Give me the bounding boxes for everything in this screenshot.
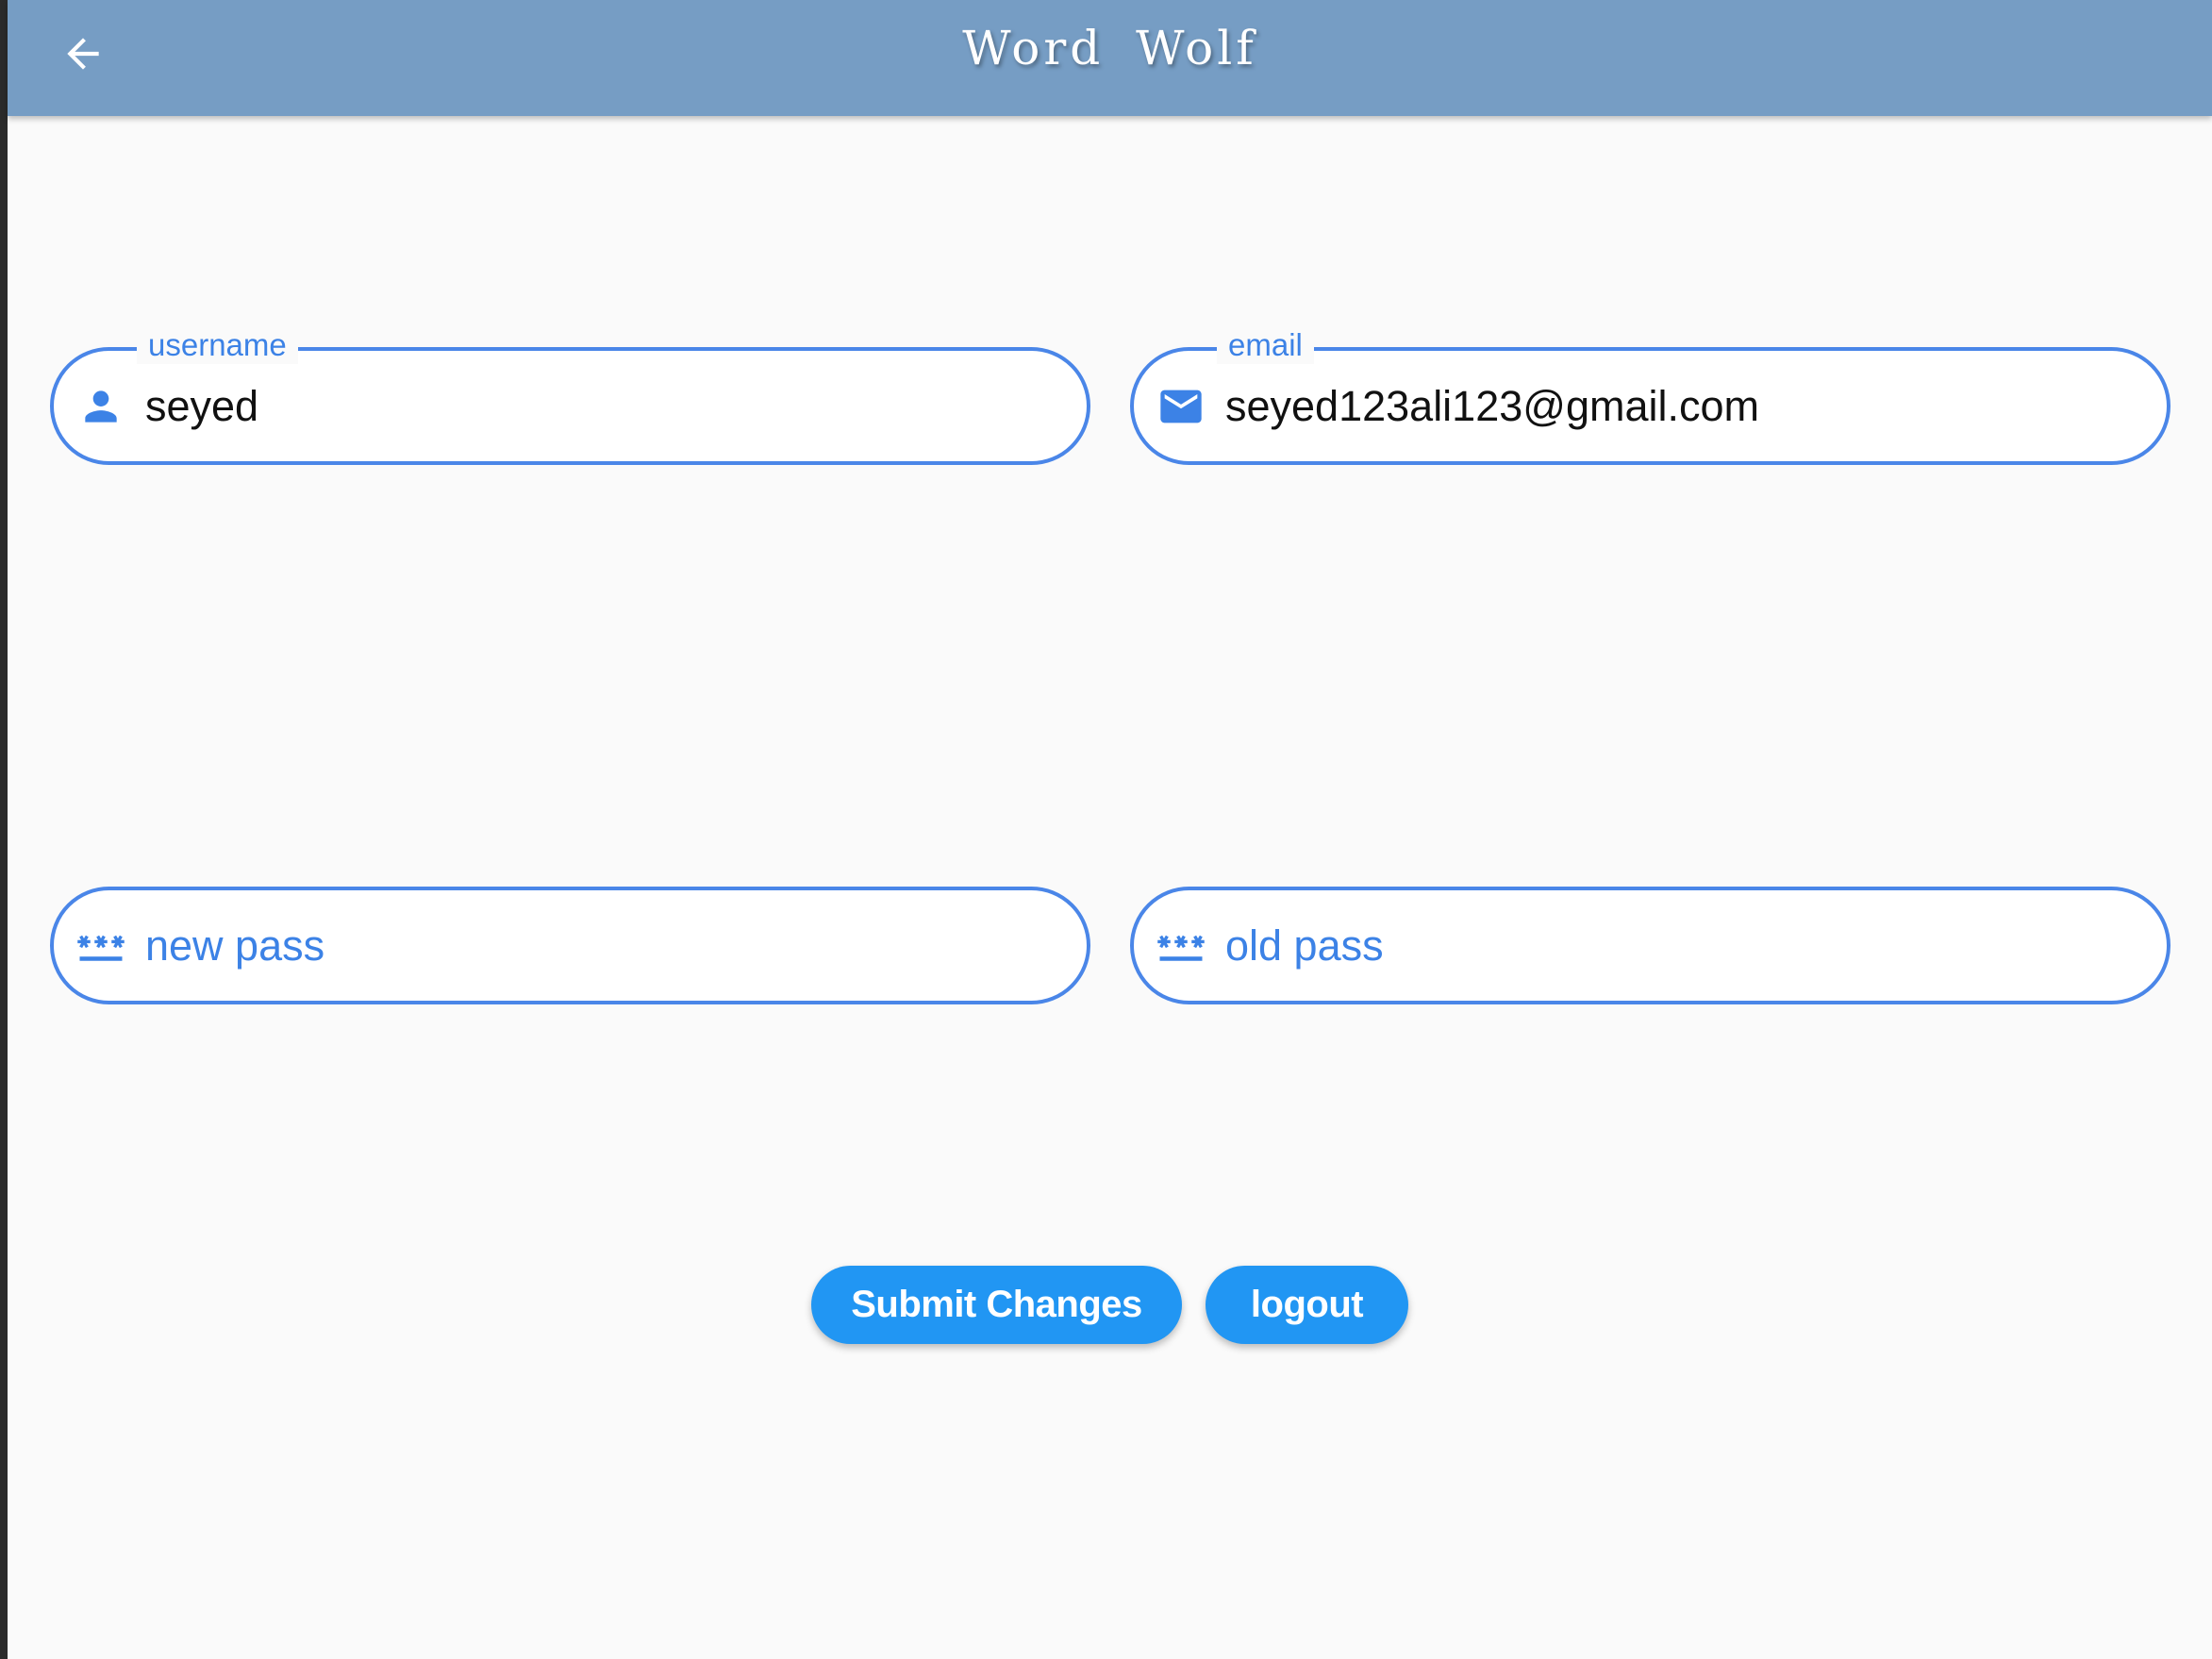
new-pass-field[interactable]: new pass xyxy=(50,887,1090,1004)
password-icon xyxy=(1155,920,1207,972)
old-pass-input[interactable]: old pass xyxy=(1225,890,1384,1001)
logout-button[interactable]: logout xyxy=(1206,1266,1408,1344)
email-field[interactable]: email seyed123ali123@gmail.com xyxy=(1130,326,2170,465)
page-title: Word Wolf xyxy=(962,21,1257,75)
new-pass-input[interactable]: new pass xyxy=(145,890,324,1001)
person-icon xyxy=(75,380,127,433)
old-pass-field[interactable]: old pass xyxy=(1130,887,2170,1004)
username-input[interactable]: seyed xyxy=(145,351,258,461)
window-edge xyxy=(0,0,8,1659)
app-bar: Word Wolf xyxy=(8,0,2212,116)
email-input[interactable]: seyed123ali123@gmail.com xyxy=(1225,351,1759,461)
mail-icon xyxy=(1155,380,1207,433)
password-icon xyxy=(75,920,127,972)
submit-changes-button[interactable]: Submit Changes xyxy=(811,1266,1182,1344)
username-field[interactable]: username seyed xyxy=(50,326,1090,465)
